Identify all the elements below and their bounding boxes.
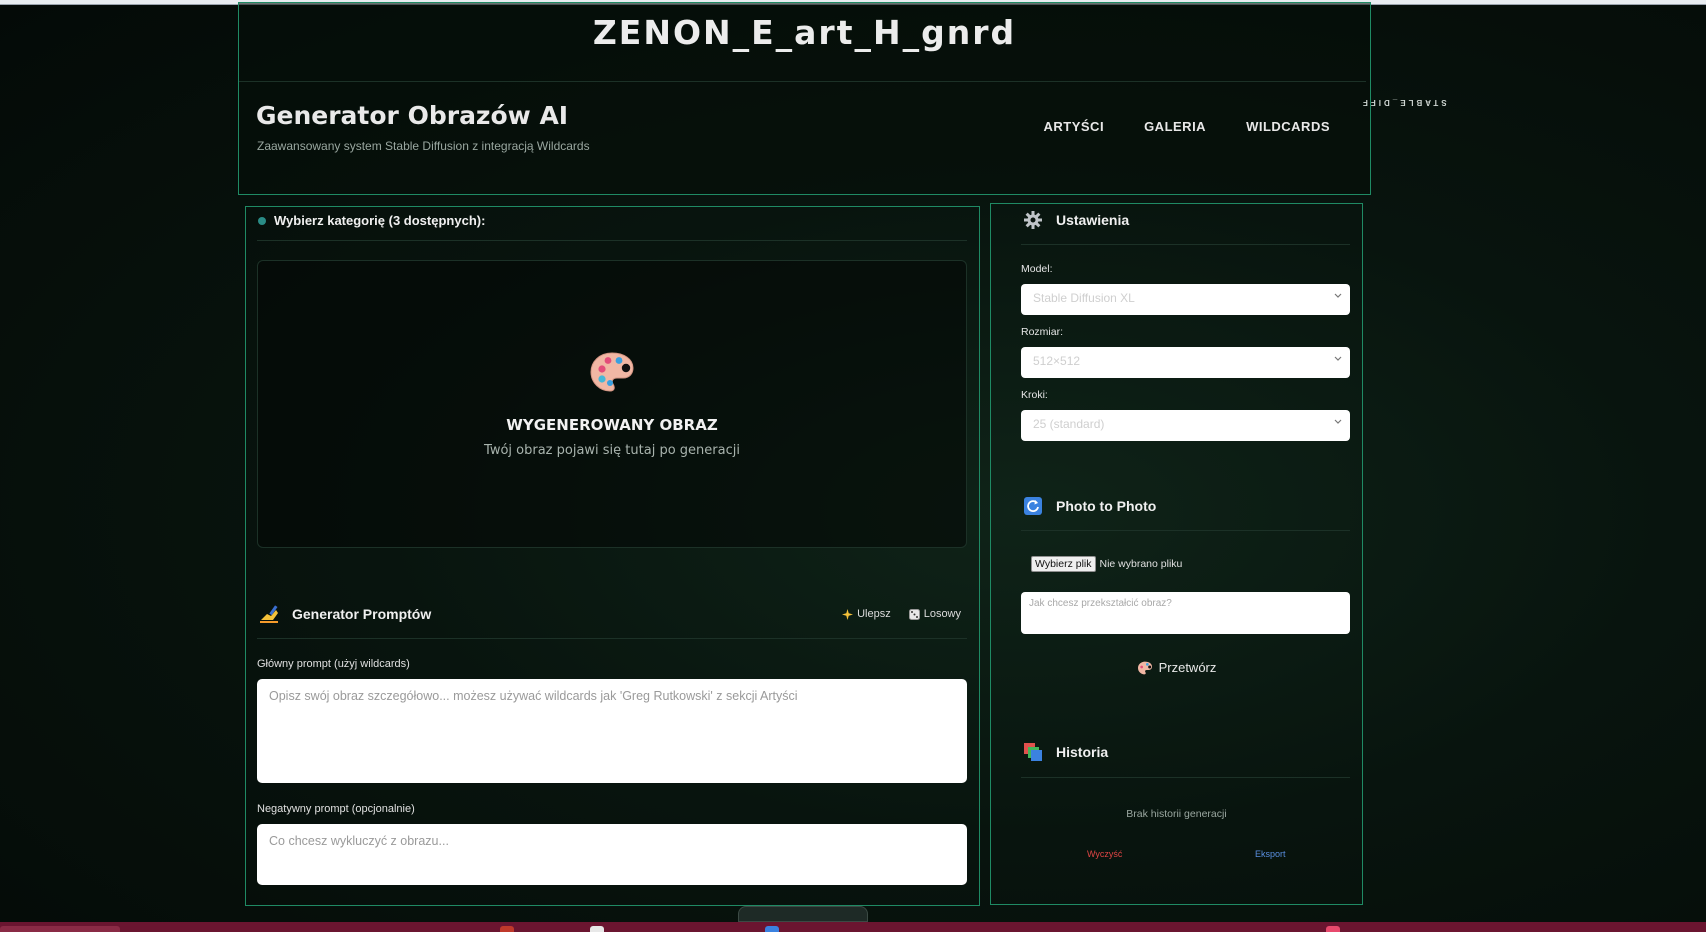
main-nav: ARTYŚCI GALERIA WILDCARDS (1044, 119, 1331, 134)
photo-to-photo-header: Photo to Photo (1024, 497, 1156, 515)
scrolling-marquee-text: STABLE_DIFF (1360, 98, 1447, 107)
floating-toolbar[interactable] (738, 906, 868, 922)
history-header: Historia (1024, 743, 1108, 761)
prompt-actions: Ulepsz Losowy (842, 608, 961, 620)
writing-hand-icon (260, 605, 278, 623)
clear-history-button[interactable]: Wyczyść (1087, 849, 1122, 859)
steps-label: Kroki: (1021, 389, 1048, 401)
dice-icon (908, 608, 920, 620)
taskbar-app-icon[interactable] (590, 926, 604, 932)
page-title: Generator Obrazów AI (256, 101, 569, 130)
size-select[interactable]: 512×512 (1021, 347, 1350, 378)
nav-gallery[interactable]: GALERIA (1144, 119, 1206, 134)
history-divider (1021, 777, 1350, 778)
file-picker: Wybierz plik Nie wybrano pliku (1031, 556, 1182, 572)
prompt-generator-header: Generator Promptów (259, 604, 431, 623)
negative-prompt-label: Negatywny prompt (opcjonalnie) (257, 803, 415, 815)
refresh-icon (1024, 497, 1042, 515)
history-empty-text: Brak historii generacji (1126, 808, 1227, 820)
history-title: Historia (1056, 744, 1109, 760)
model-label: Model: (1021, 263, 1053, 275)
side-panel: Ustawienia Model: Stable Diffusion XL Ro… (990, 203, 1363, 905)
gear-icon (1024, 211, 1042, 229)
status-dot-icon (258, 216, 266, 225)
steps-select[interactable]: 25 (standard) (1021, 410, 1350, 441)
prompt-divider (257, 638, 967, 639)
model-select[interactable]: Stable Diffusion XL (1021, 284, 1350, 315)
chevron-down-icon (1334, 293, 1342, 298)
export-history-button[interactable]: Eksport (1255, 849, 1286, 859)
size-select-value: 512×512 (1033, 354, 1081, 368)
settings-title: Ustawienia (1056, 212, 1130, 228)
page-subtitle: Zaawansowany system Stable Diffusion z i… (257, 139, 590, 153)
taskbar-app-icon[interactable] (765, 926, 779, 932)
notification-icon[interactable] (1326, 926, 1340, 932)
prompt-generator-title: Generator Promptów (292, 605, 432, 622)
image-preview-area: WYGENEROWANY OBRAZ Twój obraz pojawi się… (257, 260, 967, 548)
header-divider (239, 81, 1366, 82)
transform-description-input[interactable] (1021, 592, 1350, 634)
main-prompt-label: Główny prompt (użyj wildcards) (257, 658, 410, 670)
settings-header: Ustawienia (1024, 211, 1129, 229)
preview-title: WYGENEROWANY OBRAZ (506, 416, 718, 434)
sparkles-icon (842, 608, 854, 620)
size-label: Rozmiar: (1021, 326, 1064, 338)
enhance-button[interactable]: Ulepsz (842, 608, 891, 620)
nav-wildcards[interactable]: WILDCARDS (1246, 119, 1330, 134)
palette-icon (590, 352, 634, 392)
enhance-label: Ulepsz (857, 608, 891, 620)
history-icon (1024, 743, 1042, 761)
os-taskbar (0, 922, 1706, 932)
transform-button[interactable]: Przetwórz (991, 660, 1362, 675)
photo-to-photo-title: Photo to Photo (1056, 498, 1157, 514)
brand-title: ZENON_E_art_H_gnrd (592, 13, 1017, 52)
taskbar-app-icon[interactable] (500, 926, 514, 932)
preview-subtitle: Twój obraz pojawi się tutaj po generacji (484, 443, 740, 458)
model-select-value: Stable Diffusion XL (1033, 291, 1135, 305)
taskbar-start-area[interactable] (0, 926, 120, 932)
steps-select-value: 25 (standard) (1033, 417, 1105, 431)
transform-label: Przetwórz (1158, 660, 1217, 675)
choose-file-button[interactable]: Wybierz plik (1031, 556, 1096, 572)
palette-icon (1137, 661, 1152, 674)
main-panel: Wybierz kategorię (3 dostępnych): WYGENE… (245, 206, 980, 906)
photo-divider (1021, 530, 1350, 531)
chevron-down-icon (1334, 419, 1342, 424)
category-label: Wybierz kategorię (3 dostępnych): (274, 213, 486, 228)
nav-artists[interactable]: ARTYŚCI (1044, 119, 1105, 134)
settings-divider (1021, 244, 1350, 245)
chevron-down-icon (1334, 356, 1342, 361)
random-label: Losowy (923, 608, 961, 620)
category-divider (257, 240, 967, 241)
negative-prompt-input[interactable] (257, 824, 967, 885)
category-header: Wybierz kategorię (3 dostępnych): (258, 213, 485, 228)
random-button[interactable]: Losowy (908, 608, 961, 620)
file-status: Nie wybrano pliku (1099, 558, 1183, 570)
site-header: ZENON_E_art_H_gnrd Generator Obrazów AI … (238, 2, 1371, 195)
main-prompt-input[interactable] (257, 679, 967, 783)
